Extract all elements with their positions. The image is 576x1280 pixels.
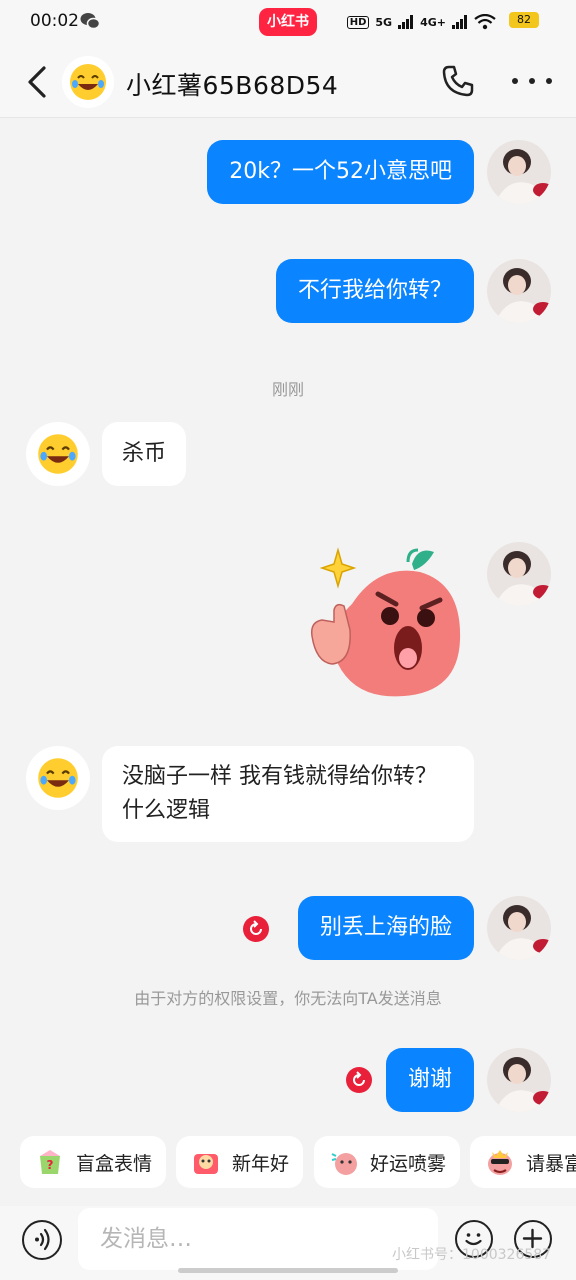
avatar-photo-icon — [487, 140, 551, 204]
more-dot — [529, 78, 535, 84]
more-dot — [512, 78, 518, 84]
laughing-emoji-icon — [70, 64, 106, 100]
signal-icon-2 — [452, 15, 467, 29]
my-avatar[interactable] — [487, 542, 551, 606]
sticker-chip-mystery-box[interactable]: ? 盲盒表情 — [20, 1136, 167, 1188]
signal-icon — [398, 15, 414, 29]
more-dots-icon[interactable] — [512, 74, 552, 88]
more-dot — [546, 78, 552, 84]
sticker-chip-label: 好运喷雾 — [370, 1152, 447, 1175]
laughing-emoji-icon — [38, 434, 78, 474]
contact-avatar[interactable] — [26, 422, 90, 486]
retry-icon — [353, 1071, 365, 1086]
my-avatar[interactable] — [487, 896, 551, 960]
status-bar: 00:02 小红书 HD 5G 4G+ 82 — [0, 0, 576, 44]
sticker-chip-label: 新年好 — [232, 1152, 290, 1175]
message-bubble-mine[interactable]: 谢谢 — [385, 1048, 474, 1112]
chevron-left-icon[interactable] — [20, 62, 54, 102]
sticker-chip-get-rich[interactable]: 请暴富 — [470, 1136, 576, 1188]
permission-notice: 由于对方的权限设置，你无法向TA发送消息 — [134, 989, 442, 1008]
chat-header: 小红薯65B68D54 — [0, 44, 576, 118]
sticker-chip-label: 请暴富 — [526, 1152, 576, 1175]
mystery-box-icon: ? — [40, 1150, 60, 1174]
avatar-photo-icon — [487, 1048, 551, 1112]
home-indicator[interactable] — [178, 1268, 398, 1273]
message-bubble-mine[interactable]: 不行我给你转？ — [275, 259, 474, 323]
contact-avatar[interactable] — [62, 56, 114, 108]
contact-name: 小红薯65B68D54 — [126, 71, 339, 100]
contact-avatar[interactable] — [26, 746, 90, 810]
sticker-chip-new-year[interactable]: 新年好 — [176, 1136, 304, 1188]
message-bubble-other[interactable]: 没脑子一样 我有钱就得给你转？ 什么逻辑 — [102, 746, 474, 842]
angry-peach-sticker[interactable] — [308, 544, 474, 700]
new-year-icon — [194, 1154, 218, 1174]
luck-spray-icon — [331, 1153, 357, 1175]
phone-icon[interactable] — [441, 64, 475, 98]
laughing-emoji-icon — [38, 758, 78, 798]
my-avatar[interactable] — [487, 1048, 551, 1112]
wifi-icon — [474, 14, 496, 30]
avatar-photo-icon — [487, 542, 551, 606]
wechat-icon — [80, 13, 100, 30]
message-bubble-mine[interactable]: 别丢上海的脸 — [297, 896, 474, 960]
sticker-suggestion-tray: ? 盲盒表情 新年好 好运喷雾 请暴富 — [0, 1124, 576, 1206]
my-avatar[interactable] — [487, 140, 551, 204]
network-4g-label: 4G+ — [420, 15, 446, 29]
my-avatar[interactable] — [487, 259, 551, 323]
voice-wave-icon — [35, 1228, 50, 1251]
message-bubble-other[interactable]: 杀币 — [102, 422, 187, 486]
svg-text:?: ? — [47, 1158, 54, 1172]
message-input[interactable] — [78, 1208, 438, 1270]
battery-indicator: 82 — [509, 12, 539, 28]
watermark-text: 小红书号：1000326587 — [392, 1247, 552, 1263]
system-indicators: HD 5G 4G+ — [346, 10, 496, 34]
avatar-photo-icon — [487, 896, 551, 960]
hd-indicator: HD — [346, 15, 370, 29]
sticker-chip-label: 盲盒表情 — [76, 1152, 153, 1175]
retry-icon — [250, 920, 262, 935]
send-failed-icon[interactable] — [346, 1067, 372, 1093]
message-bubble-mine[interactable]: 20k？一个52小意思吧 — [207, 140, 474, 204]
network-5g-label: 5G — [375, 15, 393, 29]
app-badge: 小红书 — [259, 8, 317, 36]
get-rich-icon — [488, 1150, 512, 1175]
avatar-photo-icon — [487, 259, 551, 323]
sticker-chip-luck-spray[interactable]: 好运喷雾 — [314, 1136, 461, 1188]
send-failed-icon[interactable] — [243, 916, 269, 942]
voice-icon[interactable] — [22, 1220, 62, 1260]
status-time: 00:02 — [30, 11, 79, 31]
time-divider: 刚刚 — [271, 380, 304, 399]
